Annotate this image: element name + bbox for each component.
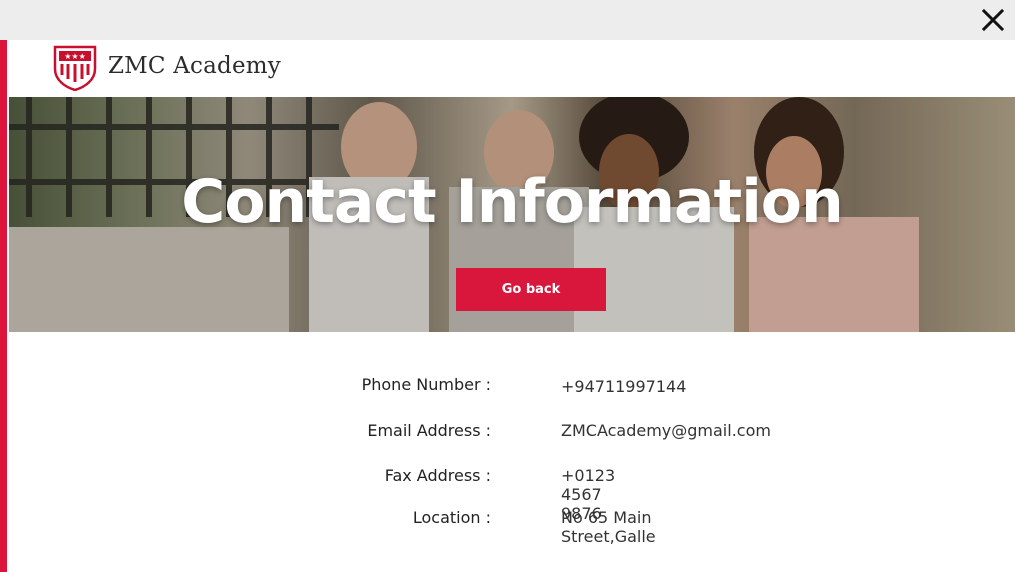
email-value: ZMCAcademy@gmail.com: [561, 421, 771, 440]
brand-name[interactable]: ZMC Academy: [108, 53, 281, 79]
site-header: ★★★ ZMC Academy: [7, 40, 1015, 98]
go-back-button[interactable]: Go back: [456, 268, 606, 311]
phone-value: +94711997144: [561, 377, 687, 396]
left-accent-bar: [0, 40, 7, 572]
page-title: Contact Information: [181, 167, 843, 237]
hero-banner: Contact Information Go back: [9, 97, 1015, 332]
location-value: No 65 Main Street,Galle: [561, 508, 656, 546]
email-label: Email Address :: [367, 421, 491, 440]
location-label: Location :: [412, 508, 491, 527]
window-titlebar: [0, 0, 1015, 40]
close-icon[interactable]: [977, 4, 1009, 36]
phone-label: Phone Number :: [361, 375, 491, 394]
svg-text:★★★: ★★★: [64, 52, 86, 61]
fax-label: Fax Address :: [384, 466, 491, 485]
shield-crest-icon[interactable]: ★★★: [53, 45, 97, 92]
